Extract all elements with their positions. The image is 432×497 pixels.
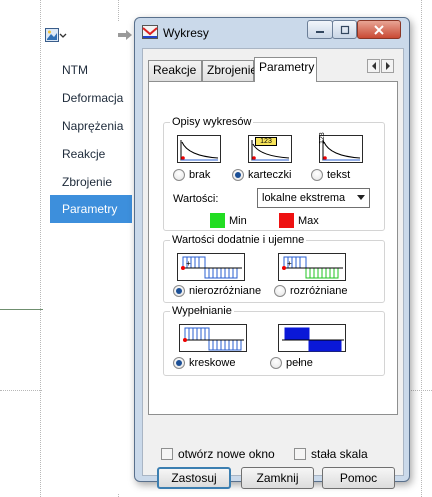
pelne-radio[interactable]: pełne	[270, 357, 313, 369]
tekst-label: 123	[319, 132, 326, 144]
opisy-group: Opisy wykresów 123 123 brak karteczki te…	[163, 115, 385, 231]
pelne-label: pełne	[286, 357, 313, 369]
karteczki-label: 123	[255, 137, 277, 146]
results-sidebar: NTM Deformacja Naprężenia Reakcje Zbroje…	[43, 22, 138, 494]
max-color-swatch[interactable]	[279, 213, 294, 228]
min-color-swatch[interactable]	[210, 213, 225, 228]
nierozrozniane-preview: +	[177, 253, 245, 281]
bar-diagram-icon: +	[282, 256, 343, 279]
close-icon	[374, 24, 384, 35]
minimize-icon	[316, 30, 324, 33]
max-label: Max	[298, 215, 319, 227]
dodatnie-group: Wartości dodatnie i ujemne + + nierozróż…	[163, 233, 385, 303]
svg-text:+: +	[287, 259, 292, 268]
sidebar-item-ntm[interactable]: NTM	[50, 56, 132, 84]
rozrozniane-radio[interactable]: rozróżniane	[274, 285, 347, 297]
close-dialog-button[interactable]: Zamknij	[241, 467, 314, 489]
opisy-karteczki-radio[interactable]: karteczki	[232, 169, 291, 181]
radio-indicator	[173, 285, 185, 297]
close-button[interactable]	[357, 20, 401, 39]
tab-zbrojenie[interactable]: Zbrojenie	[202, 60, 257, 81]
grid-line	[421, 0, 422, 497]
opisy-tekst-radio[interactable]: tekst	[311, 169, 350, 181]
opisy-karteczki-label: karteczki	[248, 169, 292, 181]
open-new-window-label: otwórz nowe okno	[178, 447, 275, 461]
rozrozniane-preview: +	[278, 253, 346, 281]
wypelnianie-group: Wypełnianie kreskowe pełne	[163, 304, 385, 376]
chevron-down-icon	[59, 33, 67, 38]
arrow-right-icon	[118, 30, 132, 40]
radio-indicator	[270, 357, 282, 369]
chart-icon	[142, 25, 158, 39]
sidebar-item-parametry[interactable]: Parametry	[50, 195, 132, 223]
minimize-button[interactable]	[307, 20, 333, 39]
svg-text:+: +	[186, 259, 191, 268]
wartosci-select-value: lokalne ekstrema	[262, 192, 346, 204]
maximize-button[interactable]	[332, 20, 357, 39]
parametry-tab-page: Opisy wykresów 123 123 brak karteczki te…	[148, 81, 398, 415]
tab-reakcje[interactable]: Reakcje	[148, 60, 202, 81]
wartosci-label: Wartości:	[173, 193, 219, 205]
radio-indicator	[173, 169, 185, 181]
select-arrow	[353, 189, 369, 207]
sidebar-item-naprezenia[interactable]: Naprężenia	[50, 112, 132, 140]
collapse-button[interactable]	[117, 27, 133, 43]
dialog-titlebar[interactable]: Wykresy	[135, 18, 409, 48]
sidebar-toolbar	[43, 22, 138, 48]
nierozrozniane-radio[interactable]: nierozróżniane	[173, 285, 261, 297]
hatched-fill-icon	[183, 327, 244, 351]
diagram-preview-icon	[322, 140, 361, 161]
opisy-tekst-label: tekst	[327, 169, 351, 181]
opisy-tekst-preview: 123	[319, 132, 363, 163]
grid-line	[40, 0, 41, 497]
opisy-group-title: Opisy wykresów	[170, 115, 254, 129]
opisy-brak-radio[interactable]: brak	[173, 169, 210, 181]
radio-indicator	[274, 285, 286, 297]
rozrozniane-label: rozróżniane	[290, 285, 348, 297]
kreskowe-preview	[179, 324, 247, 352]
wykresy-dialog: Wykresy Reakcje Zbrojenie Parametry Opis…	[134, 17, 410, 489]
tab-scroll-left-button[interactable]	[367, 59, 380, 73]
maximize-icon	[340, 25, 349, 34]
pelne-preview	[278, 324, 346, 352]
opisy-brak-label: brak	[189, 169, 211, 181]
tab-parametry[interactable]: Parametry	[254, 57, 317, 82]
open-new-window-checkbox[interactable]: otwórz nowe okno	[161, 447, 275, 461]
dialog-title: Wykresy	[163, 26, 209, 40]
diagram-preview-icon	[180, 140, 219, 161]
checkbox-indicator	[161, 448, 173, 460]
nierozrozniane-label: nierozróżniane	[189, 285, 262, 297]
bar-diagram-icon: +	[181, 256, 242, 279]
opisy-brak-preview	[177, 135, 221, 163]
wartosci-select[interactable]: lokalne ekstrema	[257, 188, 370, 208]
min-label: Min	[229, 215, 247, 227]
view-button[interactable]	[45, 27, 67, 43]
fixed-scale-label: stała skala	[311, 447, 368, 461]
dialog-client-area: Reakcje Zbrojenie Parametry Opisy wykres…	[142, 48, 404, 489]
radio-indicator	[311, 169, 323, 181]
sidebar-item-reakcje[interactable]: Reakcje	[50, 140, 132, 168]
radio-indicator	[173, 357, 185, 369]
tab-scroll-right-button[interactable]	[381, 59, 394, 73]
model-line	[0, 309, 44, 310]
opisy-karteczki-preview: 123	[248, 135, 292, 163]
chevron-left-icon	[371, 62, 376, 70]
apply-button[interactable]: Zastosuj	[157, 467, 231, 489]
checkbox-indicator	[294, 448, 306, 460]
kreskowe-radio[interactable]: kreskowe	[173, 357, 235, 369]
sidebar-item-zbrojenie[interactable]: Zbrojenie	[50, 168, 132, 196]
chevron-right-icon	[385, 62, 390, 70]
fixed-scale-checkbox[interactable]: stała skala	[294, 447, 368, 461]
kreskowe-label: kreskowe	[189, 357, 236, 369]
dodatnie-group-title: Wartości dodatnie i ujemne	[170, 233, 307, 247]
picture-icon	[45, 28, 59, 42]
help-button[interactable]: Pomoc	[322, 467, 395, 489]
solid-fill-icon	[282, 327, 344, 352]
chevron-down-icon	[357, 195, 365, 200]
wypelnianie-group-title: Wypełnianie	[170, 304, 234, 318]
radio-indicator	[232, 169, 244, 181]
sidebar-item-deformacja[interactable]: Deformacja	[50, 84, 132, 112]
